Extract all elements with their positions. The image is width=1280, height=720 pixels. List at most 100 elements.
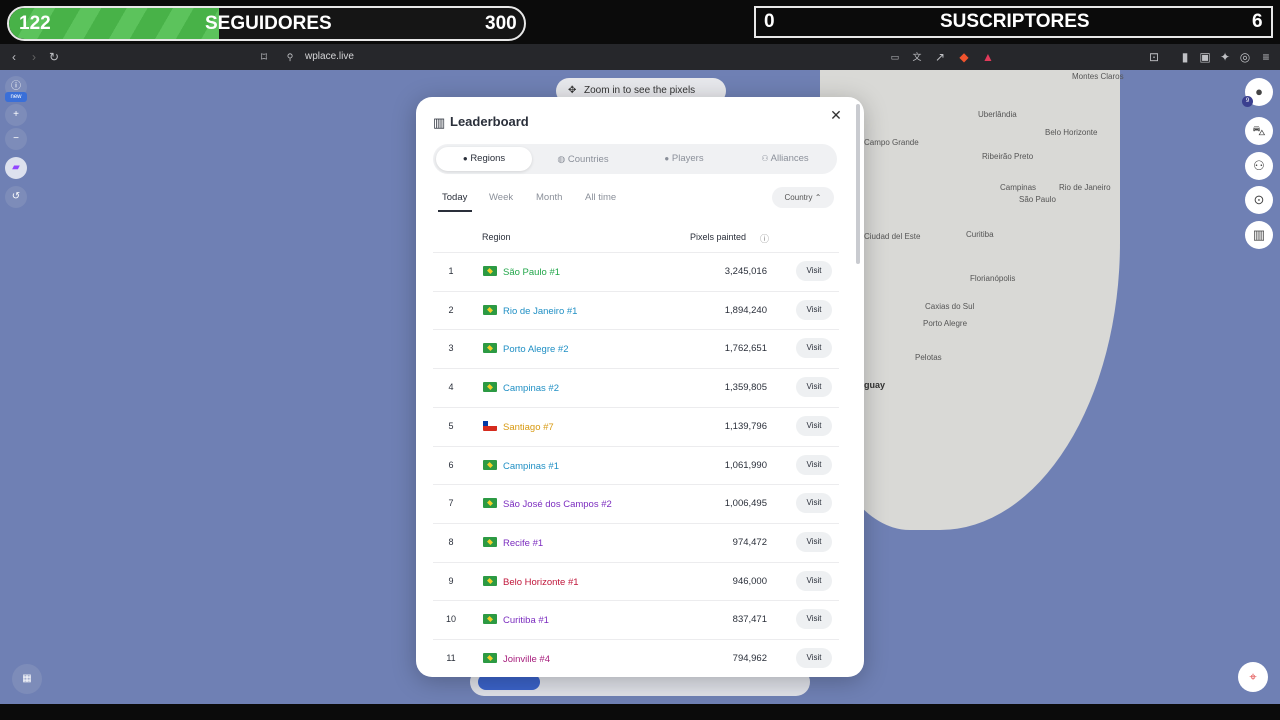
region-link[interactable]: Rio de Janeiro #1 (503, 306, 577, 317)
city-label: Florianópolis (970, 274, 1016, 283)
period-all-time[interactable]: All time (585, 192, 616, 203)
city-label: Ciudad del Este (864, 232, 921, 241)
tab-players-label: Players (671, 153, 704, 164)
period-underline (438, 210, 472, 212)
leo-icon[interactable]: ✦ (1217, 49, 1233, 65)
visit-button[interactable]: Visit (796, 261, 832, 281)
pixels-painted: 837,471 (732, 614, 767, 626)
bookmark-icon[interactable]: ⌑ (256, 49, 272, 65)
minus-icon[interactable]: − (5, 128, 27, 150)
tab-countries[interactable]: ◍ Countries (535, 147, 631, 171)
region-link[interactable]: Curitiba #1 (503, 615, 549, 626)
region-link[interactable]: Belo Horizonte #1 (503, 577, 579, 588)
close-icon[interactable]: ✕ (828, 107, 844, 123)
region-link[interactable]: Santiago #7 (503, 422, 554, 433)
alliance-icon[interactable]: ⚇ (1245, 152, 1273, 180)
site-settings-icon[interactable]: ⚲ (282, 49, 298, 65)
region-link[interactable]: São José dos Campos #2 (503, 499, 612, 510)
table-row: 4 Campinas #2 1,359,805 Visit (433, 368, 839, 407)
region-link[interactable]: Joinville #4 (503, 654, 550, 665)
visit-button[interactable]: Visit (796, 648, 832, 668)
visit-button[interactable]: Visit (796, 493, 832, 514)
flag-icon (483, 382, 497, 393)
row-rank: 6 (448, 459, 454, 470)
row-rank: 11 (446, 653, 456, 663)
followers-goal: 300 (485, 13, 517, 34)
flag-icon (483, 266, 497, 276)
visit-button[interactable]: Visit (796, 338, 832, 359)
tab-players[interactable]: ● Players (636, 147, 732, 171)
twitch-icon[interactable]: ▰ (5, 157, 27, 179)
vpn-icon[interactable]: ◎ (1237, 49, 1253, 65)
visit-button[interactable]: Visit (796, 454, 832, 475)
city-label: Campo Grande (864, 138, 919, 147)
region-link[interactable]: Campinas #1 (503, 461, 559, 472)
region-link[interactable]: Campinas #2 (503, 383, 559, 394)
visit-button[interactable]: Visit (796, 609, 832, 630)
person-icon: ● (664, 154, 670, 163)
city-label: Porto Alegre (923, 319, 968, 328)
translate-icon[interactable]: 文 (909, 49, 925, 65)
flag-icon (483, 343, 497, 354)
pixels-painted: 3,245,016 (724, 266, 767, 277)
table-row: 7 São José dos Campos #2 1,006,495 Visit (433, 484, 839, 523)
plus-icon[interactable]: + (5, 104, 27, 126)
brave-shield-icon[interactable]: ◆ (956, 49, 972, 65)
stream-overlay: 122 SEGUIDORES 300 0 SUSCRIPTORES 6 (0, 0, 1280, 44)
group-icon: ⚇ (761, 154, 769, 163)
pixels-painted: 1,359,805 (724, 382, 767, 394)
search-map-icon[interactable]: ⊙ (1245, 186, 1273, 214)
subscribers-goal: 6 (1252, 11, 1263, 32)
table-row: 9 Belo Horizonte #1 946,000 Visit (433, 561, 839, 601)
sidebar-icon[interactable]: ▮ (1177, 49, 1193, 65)
pin-icon: ● (462, 154, 468, 163)
address-bar[interactable]: wplace.live (305, 51, 354, 62)
palette-icon[interactable]: ▦ (12, 664, 42, 694)
modal-title: Leaderboard (450, 114, 529, 129)
reload-icon[interactable]: ↻ (46, 49, 62, 65)
row-rank: 1 (448, 266, 454, 276)
leaderboard-icon[interactable]: ▥ (1245, 221, 1273, 249)
history-icon[interactable]: ↺ (5, 186, 27, 208)
back-icon[interactable]: ‹ (6, 49, 22, 65)
pixels-painted: 1,139,796 (724, 420, 767, 432)
city-label: Caxias do Sul (925, 302, 975, 311)
region-link[interactable]: Recife #1 (503, 538, 543, 549)
region-link[interactable]: São Paulo #1 (503, 267, 560, 278)
cast-icon[interactable]: ▭ (887, 49, 903, 65)
chevron-updown-icon: ⌃ (814, 193, 822, 202)
tab-search-icon[interactable]: ⊡ (1146, 49, 1162, 65)
table-row: 3 Porto Alegre #2 1,762,651 Visit (433, 329, 839, 368)
city-label: Pelotas (915, 353, 942, 362)
tab-regions[interactable]: ● Regions (436, 147, 532, 171)
visit-button[interactable]: Visit (796, 415, 832, 436)
row-rank: 8 (448, 536, 454, 547)
tab-alliances-label: Alliances (770, 153, 809, 164)
forward-icon[interactable]: › (26, 49, 42, 65)
menu-icon[interactable]: ≡ (1258, 49, 1274, 65)
modal-scrollbar[interactable] (856, 104, 860, 264)
period-month[interactable]: Month (536, 192, 562, 203)
period-week[interactable]: Week (489, 192, 513, 203)
country-filter-select[interactable]: Country ⌃ (772, 187, 834, 208)
row-rank: 3 (448, 343, 454, 354)
period-today[interactable]: Today (442, 192, 467, 203)
visit-button[interactable]: Visit (796, 299, 832, 320)
cart-icon[interactable]: ⛍ (1245, 117, 1273, 145)
tab-alliances[interactable]: ⚇ Alliances (737, 147, 833, 171)
visit-button[interactable]: Visit (796, 570, 832, 591)
zoom-hint-text: Zoom in to see the pixels (584, 85, 696, 96)
rewards-icon[interactable]: ▲ (980, 49, 996, 65)
locate-icon[interactable]: ⌖ (1238, 662, 1268, 692)
followers-goal-bar: 122 SEGUIDORES 300 (7, 6, 526, 41)
visit-button[interactable]: Visit (796, 531, 832, 552)
region-link[interactable]: Porto Alegre #2 (503, 344, 569, 355)
row-rank: 2 (448, 304, 454, 315)
pixels-painted: 1,762,651 (724, 343, 767, 355)
help-icon[interactable]: ⓘ (760, 232, 769, 245)
followers-label: SEGUIDORES (205, 13, 332, 34)
share-icon[interactable]: ↗ (932, 49, 948, 65)
wallet-icon[interactable]: ▣ (1197, 49, 1213, 65)
city-label: Curitiba (966, 230, 994, 239)
visit-button[interactable]: Visit (796, 377, 832, 398)
